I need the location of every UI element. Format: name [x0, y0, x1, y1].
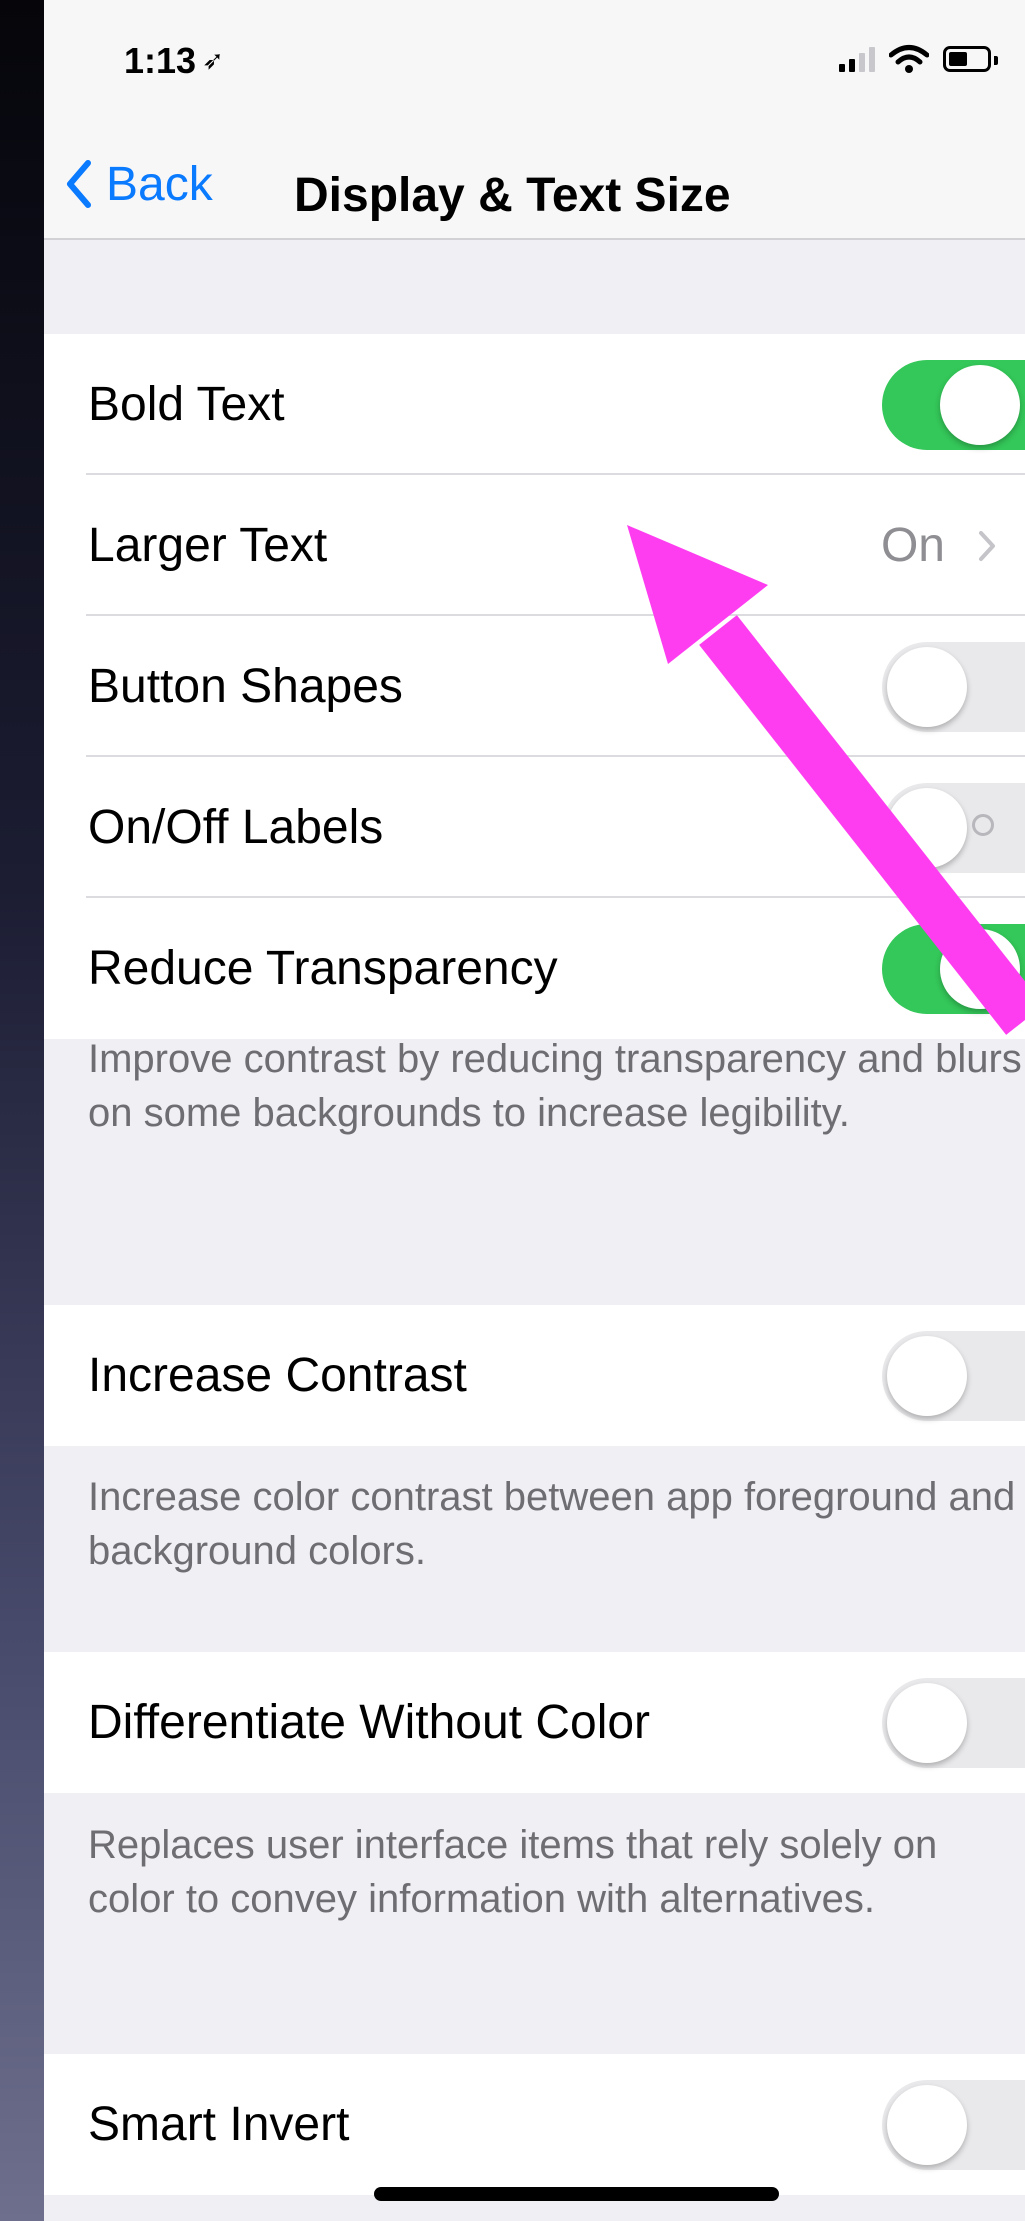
reduce-transparency-toggle[interactable] [882, 923, 1025, 1014]
setting-row-smart-invert: Smart Invert [44, 2054, 1025, 2195]
cellular-signal-icon [839, 46, 875, 72]
settings-screen: 1:13 ➶ Back Display & Text Size Bold Tex… [44, 0, 1025, 2221]
setting-row-reduce-transparency: Reduce Transparency [44, 898, 1025, 1039]
back-button[interactable]: Back [64, 150, 213, 218]
setting-row-bold-text: Bold Text [44, 334, 1025, 475]
setting-row-increase-contrast: Increase Contrast [44, 1305, 1025, 1446]
contrast-settings-group: Increase Contrast [44, 1305, 1025, 1446]
larger-text-value: On [880, 519, 945, 572]
setting-label: On/Off Labels [88, 801, 384, 854]
status-time: 1:13 ➶ [124, 40, 224, 82]
increase-contrast-footer: Increase color contrast between app fore… [88, 1475, 1016, 1573]
status-bar: 1:13 ➶ [44, 0, 1025, 130]
back-label: Back [106, 157, 213, 211]
smart-invert-toggle[interactable] [882, 2079, 1025, 2170]
setting-row-on-off-labels: On/Off Labels [44, 757, 1025, 898]
setting-row-differentiate-without-color: Differentiate Without Color [44, 1652, 1025, 1793]
button-shapes-toggle[interactable] [882, 641, 1025, 732]
status-time-label: 1:13 [124, 40, 197, 81]
wifi-icon [889, 45, 929, 73]
reduce-transparency-footer: Improve contrast by reducing transparenc… [88, 1037, 1022, 1135]
setting-label: Smart Invert [88, 2098, 350, 2151]
setting-row-larger-text[interactable]: Larger Text On [44, 475, 1025, 616]
chevron-right-icon [979, 531, 995, 561]
color-settings-group: Differentiate Without Color [44, 1652, 1025, 1793]
setting-label: Larger Text [88, 519, 328, 572]
page-title: Display & Text Size [294, 169, 731, 222]
location-arrow-icon: ➶ [202, 45, 224, 75]
vision-settings-group: Bold Text Larger Text On Button Shapes O… [44, 334, 1025, 1039]
navigation-bar: Back Display & Text Size [44, 130, 1025, 240]
differentiate-without-color-toggle[interactable] [882, 1677, 1025, 1768]
home-indicator[interactable] [374, 2187, 779, 2201]
on-off-labels-toggle[interactable] [882, 782, 1025, 873]
setting-label: Reduce Transparency [88, 942, 558, 995]
setting-row-button-shapes: Button Shapes [44, 616, 1025, 757]
setting-label: Differentiate Without Color [88, 1696, 651, 1749]
setting-label: Bold Text [88, 378, 285, 431]
setting-label: Increase Contrast [88, 1349, 467, 1402]
setting-label: Button Shapes [88, 660, 403, 713]
status-icons [839, 44, 998, 74]
increase-contrast-toggle[interactable] [882, 1330, 1025, 1421]
battery-icon [943, 46, 998, 72]
chevron-left-icon [67, 160, 91, 208]
invert-settings-group: Smart Invert [44, 2054, 1025, 2195]
differentiate-without-color-footer: Replaces user interface items that rely … [88, 1823, 938, 1921]
bold-text-toggle[interactable] [882, 359, 1025, 450]
